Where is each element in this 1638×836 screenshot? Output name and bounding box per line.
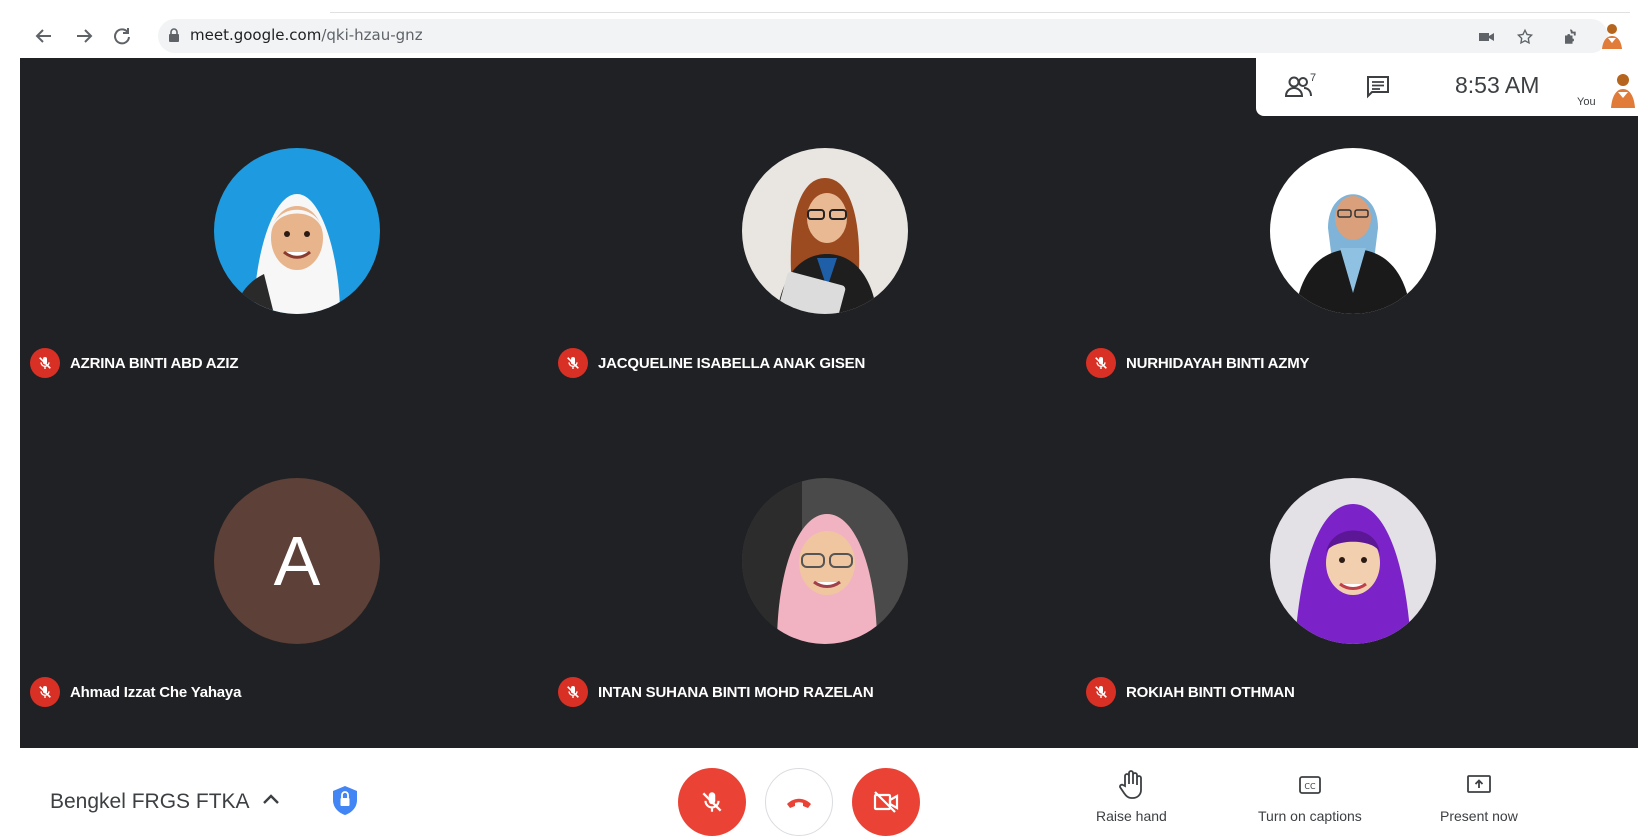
tab-strip-divider <box>330 12 1630 13</box>
you-label: You <box>1577 96 1596 108</box>
participant-tile[interactable]: INTAN SUHANA BINTI MOHD RAZELAN <box>558 403 1100 743</box>
mic-off-icon <box>30 348 60 378</box>
meeting-title[interactable]: Bengkel FRGS FTKA <box>50 790 250 814</box>
participant-avatar <box>214 148 380 314</box>
avatar-initial: A <box>273 522 321 600</box>
participant-avatar <box>742 148 908 314</box>
clock-time: 8:53 AM <box>1455 72 1540 98</box>
captions-button[interactable]: CC Turn on captions <box>1258 770 1362 824</box>
mic-off-icon <box>1086 348 1116 378</box>
mic-off-icon <box>558 348 588 378</box>
participant-tile[interactable]: JACQUELINE ISABELLA ANAK GISEN <box>558 58 1100 398</box>
chevron-up-icon[interactable] <box>258 786 284 812</box>
present-now-button[interactable]: Present now <box>1440 770 1518 824</box>
participant-name: Ahmad Izzat Che Yahaya <box>70 683 242 701</box>
participant-avatar <box>1270 478 1436 644</box>
participant-name: INTAN SUHANA BINTI MOHD RAZELAN <box>598 683 874 701</box>
url-path: /qki-hzau-gnz <box>321 26 423 44</box>
mic-off-icon <box>702 792 722 812</box>
star-icon[interactable] <box>1514 26 1536 48</box>
leave-call-button[interactable] <box>765 768 833 836</box>
host-controls-shield-icon[interactable] <box>330 784 360 816</box>
camera-toggle-button[interactable] <box>852 768 920 836</box>
hang-up-icon <box>787 798 811 808</box>
participant-count-badge: 7 <box>1310 72 1317 84</box>
reload-icon[interactable] <box>108 22 136 50</box>
participant-initial-avatar: A <box>214 478 380 644</box>
participant-name: AZRINA BINTI ABD AZIZ <box>70 354 239 372</box>
participant-tile[interactable]: ROKIAH BINTI OTHMAN <box>1086 403 1638 743</box>
hand-icon <box>1116 770 1146 800</box>
present-now-label: Present now <box>1440 808 1518 824</box>
participant-tile[interactable]: AZRINA BINTI ABD AZIZ <box>20 58 560 398</box>
url-domain: meet.google.com <box>190 26 322 44</box>
participant-name-row: ROKIAH BINTI OTHMAN <box>1086 677 1295 707</box>
camera-off-icon <box>873 791 899 813</box>
participant-name-row: NURHIDAYAH BINTI AZMY <box>1086 348 1310 378</box>
raise-hand-button[interactable]: Raise hand <box>1096 770 1167 824</box>
participant-name-row: JACQUELINE ISABELLA ANAK GISEN <box>558 348 865 378</box>
participant-name-row: INTAN SUHANA BINTI MOHD RAZELAN <box>558 677 874 707</box>
participant-avatar <box>1270 148 1436 314</box>
participant-name: NURHIDAYAH BINTI AZMY <box>1126 354 1310 372</box>
mic-off-icon <box>1086 677 1116 707</box>
mic-off-icon <box>30 677 60 707</box>
raise-hand-label: Raise hand <box>1096 808 1167 824</box>
browser-toolbar: meet.google.com/qki-hzau-gnz <box>0 0 1638 58</box>
closed-captions-icon: CC <box>1295 770 1325 800</box>
present-screen-icon <box>1464 770 1494 800</box>
lock-icon[interactable] <box>168 28 180 42</box>
participant-tile[interactable]: A Ahmad Izzat Che Yahaya <box>20 403 560 743</box>
url-text[interactable]: meet.google.com/qki-hzau-gnz <box>190 26 423 44</box>
microphone-toggle-button[interactable] <box>678 768 746 836</box>
self-view-thumbnail[interactable] <box>1608 70 1638 108</box>
participant-name: ROKIAH BINTI OTHMAN <box>1126 683 1295 701</box>
participant-name-row: Ahmad Izzat Che Yahaya <box>30 677 241 707</box>
participant-name: JACQUELINE ISABELLA ANAK GISEN <box>598 354 866 372</box>
back-arrow-icon[interactable] <box>30 22 58 50</box>
profile-icon[interactable] <box>1598 22 1626 50</box>
mic-off-icon <box>558 677 588 707</box>
svg-text:CC: CC <box>1304 782 1316 791</box>
participant-avatar <box>742 478 908 644</box>
chat-icon[interactable] <box>1362 72 1394 102</box>
extensions-icon[interactable] <box>1560 26 1582 48</box>
captions-label: Turn on captions <box>1258 808 1362 824</box>
meeting-stage: AZRINA BINTI ABD AZIZ JACQUELINE ISABELL… <box>20 58 1638 748</box>
forward-arrow-icon[interactable] <box>70 22 98 50</box>
participant-name-row: AZRINA BINTI ABD AZIZ <box>30 348 238 378</box>
camera-icon[interactable] <box>1476 26 1498 48</box>
